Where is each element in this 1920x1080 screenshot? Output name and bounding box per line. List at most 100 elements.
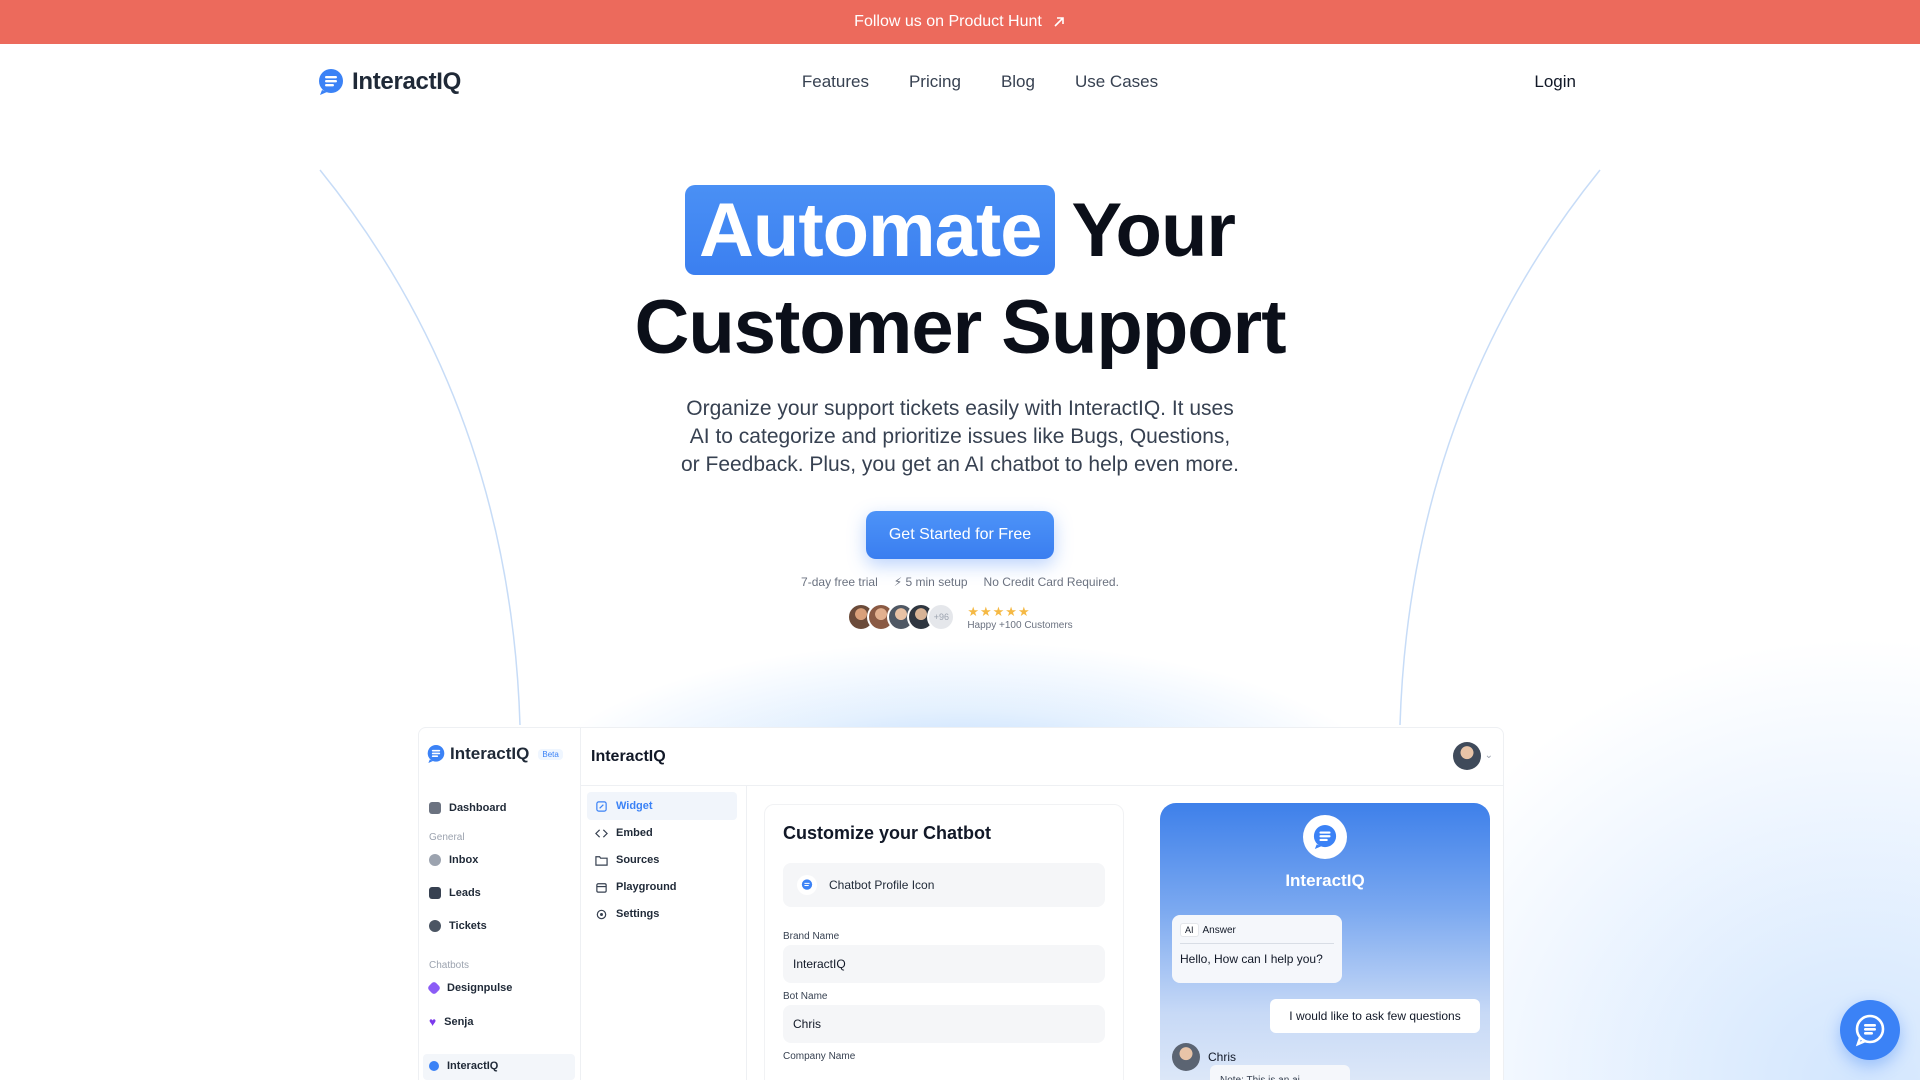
sidebar-item-dashboard[interactable]: Dashboard: [429, 802, 506, 814]
promo-text[interactable]: Follow us on Product Hunt: [854, 13, 1042, 31]
chevron-down-icon[interactable]: ⌄: [1485, 750, 1493, 761]
sidebar-label: InteractIQ: [447, 1060, 499, 1072]
chatbot-profile-icon-field[interactable]: Chatbot Profile Icon: [783, 863, 1105, 907]
sidebar-item-senja[interactable]: ♥ Senja: [429, 1015, 473, 1029]
ai-message-header: AI Answer: [1180, 923, 1334, 944]
beta-badge: Beta: [538, 748, 563, 760]
hero-title-line2: Customer Support: [634, 285, 1286, 370]
app-title: InteractIQ: [591, 748, 666, 765]
sidebar-label: Inbox: [449, 854, 479, 866]
hero-description: Organize your support tickets easily wit…: [680, 397, 1239, 476]
hero-highlight: Automate: [685, 185, 1056, 275]
social-proof: +96 ★★★★★ Happy +100 Customers: [0, 603, 1920, 631]
sidebar-item-tickets[interactable]: Tickets: [429, 920, 487, 932]
company-name-label: Company Name: [783, 1051, 856, 1062]
menu-sources[interactable]: Sources: [587, 846, 737, 874]
sidebar-item-designpulse[interactable]: Designpulse: [426, 980, 513, 996]
rating-text: Happy +100 Customers: [967, 619, 1073, 631]
app-topbar: InteractIQ ⌄: [581, 728, 1503, 786]
promo-bar[interactable]: Follow us on Product Hunt: [0, 0, 1920, 44]
menu-label: Embed: [616, 827, 653, 839]
nav-pricing[interactable]: Pricing: [909, 72, 961, 92]
star-rating-icon: ★★★★★: [967, 603, 1031, 619]
user-message: I would like to ask few questions: [1270, 999, 1480, 1033]
chat-preview: InteractIQ AI Answer Hello, How can I he…: [1160, 803, 1490, 1080]
profile-icon-label: Chatbot Profile Icon: [829, 878, 935, 892]
form-title: Customize your Chatbot: [783, 823, 992, 843]
chatbot-icon: [797, 875, 817, 895]
heart-icon: ♥: [429, 1015, 437, 1029]
app-logo: InteractIQ Beta: [427, 744, 563, 764]
sidebar-section-chatbots: Chatbots: [429, 960, 470, 971]
menu-label: Settings: [616, 908, 660, 920]
arrow-up-right-icon: [1054, 17, 1064, 27]
playground-icon: [596, 882, 607, 893]
feature-trial: 7-day free trial: [801, 575, 878, 589]
sidebar-item-inbox[interactable]: Inbox: [429, 854, 478, 866]
nav-use-cases[interactable]: Use Cases: [1075, 72, 1158, 92]
rating: ★★★★★ Happy +100 Customers: [967, 604, 1072, 631]
brand-name-input[interactable]: InteractIQ: [783, 945, 1105, 983]
app-brand: InteractIQ: [450, 744, 530, 763]
ai-header-text: Answer: [1202, 924, 1236, 936]
sidebar-label: Senja: [444, 1016, 474, 1028]
sidebar-item-leads[interactable]: Leads: [429, 887, 481, 899]
sidebar-section-general: General: [429, 832, 465, 843]
agent-message: Note: This is an ai...: [1210, 1065, 1350, 1080]
menu-embed[interactable]: Embed: [587, 819, 737, 847]
login-link[interactable]: Login: [1534, 72, 1576, 92]
ai-tag: AI: [1180, 923, 1199, 937]
widget-icon: [596, 800, 607, 812]
inbox-icon: [429, 854, 441, 866]
folder-icon: [595, 855, 608, 866]
menu-settings[interactable]: Settings: [587, 900, 737, 928]
app-sidebar: InteractIQ Beta Dashboard General Inbox …: [419, 728, 581, 1080]
customer-avatars: +96: [847, 603, 956, 631]
ai-message-text: Hello, How can I help you?: [1180, 952, 1323, 966]
chat-brand: InteractIQ: [1285, 871, 1365, 890]
users-icon: [429, 887, 441, 899]
interactiq-icon: [429, 1061, 439, 1071]
feature-setup: ⚡ 5 min setup: [893, 575, 968, 589]
sidebar-label: Dashboard: [449, 802, 507, 814]
chat-logo: [1303, 815, 1347, 859]
menu-label: Sources: [616, 854, 660, 866]
sidebar-label: Designpulse: [447, 982, 513, 994]
avatar-count: +96: [927, 603, 956, 631]
agent-name: Chris: [1208, 1050, 1237, 1064]
ticket-icon: [429, 920, 441, 932]
menu-label: Playground: [616, 881, 677, 893]
user-avatar[interactable]: [1453, 742, 1481, 770]
agent-avatar: [1172, 1043, 1200, 1071]
hero: Automate Your Customer Support Organize …: [0, 180, 1920, 631]
menu-widget[interactable]: Widget: [587, 792, 737, 820]
app-preview: InteractIQ Beta Dashboard General Inbox …: [418, 727, 1504, 1080]
designpulse-icon: [426, 980, 442, 996]
sidebar-item-interactiq[interactable]: InteractIQ: [429, 1060, 498, 1072]
get-started-button[interactable]: Get Started for Free: [865, 511, 1055, 559]
brand-name-label: Brand Name: [783, 931, 840, 942]
nav-blog[interactable]: Blog: [1001, 72, 1035, 92]
home-icon: [429, 802, 441, 814]
features-row: 7-day free trial ⚡ 5 min setup No Credit…: [0, 575, 1920, 589]
feature-no-card: No Credit Card Required.: [983, 575, 1119, 589]
menu-label: Widget: [616, 800, 653, 812]
chat-launcher-button[interactable]: [1840, 1000, 1900, 1060]
sidebar-label: Leads: [449, 887, 481, 899]
nav-links: Features Pricing Blog Use Cases: [40, 72, 1920, 92]
code-icon: [595, 828, 608, 838]
hero-word: Your: [1071, 187, 1235, 273]
settings-menu: Widget Embed Sources Playground Settings: [581, 786, 747, 1080]
gear-icon: [596, 909, 607, 919]
sidebar-label: Tickets: [449, 920, 487, 932]
chat-icon: [1855, 1014, 1885, 1047]
navbar: InteractIQ Features Pricing Blog Use Cas…: [0, 44, 1920, 124]
nav-features[interactable]: Features: [802, 72, 869, 92]
logo-icon: [1313, 825, 1337, 849]
logo-icon: [427, 745, 445, 763]
bot-name-input[interactable]: Chris: [783, 1005, 1105, 1043]
menu-playground[interactable]: Playground: [587, 873, 737, 901]
bot-name-label: Bot Name: [783, 991, 828, 1002]
hero-title-line1: Automate Your: [0, 180, 1920, 280]
customize-form: Customize your Chatbot Chatbot Profile I…: [764, 804, 1124, 1080]
